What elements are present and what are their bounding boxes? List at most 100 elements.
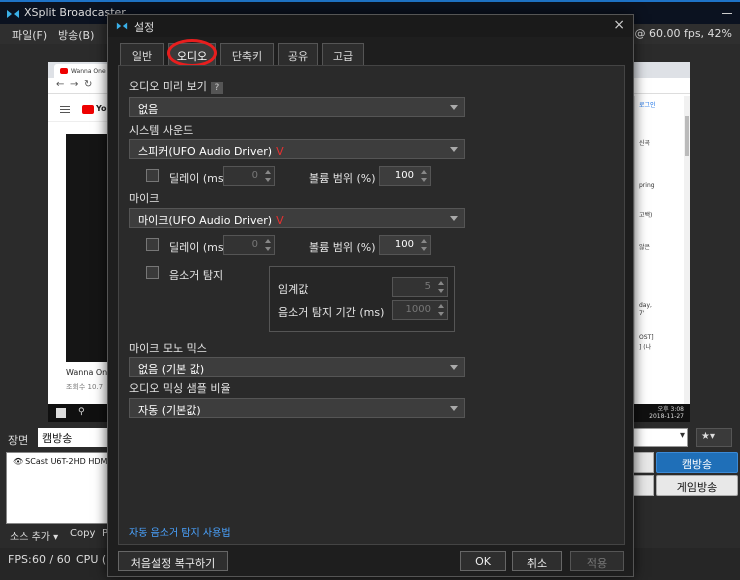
tab-advanced[interactable]: 고급	[322, 43, 364, 65]
stepper-up-icon[interactable]	[421, 239, 427, 243]
cancel-button[interactable]: 취소	[512, 551, 562, 571]
audio-settings-panel: 오디오 미리 보기? 없음 시스템 사운드 스피커(UFO Audio Driv…	[118, 65, 625, 545]
mono-mix-label: 마이크 모노 믹스	[129, 342, 207, 355]
noise-detect-checkbox[interactable]	[146, 266, 159, 279]
xsplit-logo-icon	[116, 22, 128, 30]
youtube-logo-icon	[82, 105, 94, 114]
system-delay-checkbox[interactable]	[146, 169, 159, 182]
scene-name-input[interactable]: 캠방송	[38, 428, 108, 447]
tab-share[interactable]: 공유	[278, 43, 318, 65]
stepper-down-icon[interactable]	[438, 289, 444, 293]
scene-dropdown[interactable]	[630, 428, 688, 447]
ok-button[interactable]: OK	[460, 551, 506, 571]
scene-game-button[interactable]: 게임방송	[656, 475, 738, 496]
system-sound-value: 스피커(UFO Audio Driver)	[138, 145, 273, 158]
menu-broadcast[interactable]: 방송(B)	[58, 27, 94, 43]
chevron-down-icon	[450, 365, 458, 370]
scene-slot-1[interactable]	[632, 452, 654, 473]
fps-indicator: @ 60.00 fps, 42%	[634, 27, 732, 40]
taskbar-clock: 오후 3:08 2018-11-27	[649, 406, 684, 420]
chevron-down-icon	[450, 216, 458, 221]
threshold-value: 5	[424, 281, 431, 292]
dialog-titlebar: 설정 ×	[108, 15, 633, 37]
mono-mix-value: 없음 (기본 값)	[138, 363, 205, 376]
minimize-icon[interactable]	[722, 13, 732, 14]
sidebar-text-2: pring	[639, 182, 655, 189]
scene-label: 장면	[8, 434, 29, 447]
audio-preview-value: 없음	[138, 103, 159, 116]
xsplit-logo-icon	[7, 10, 19, 18]
noise-detect-help-link[interactable]: 자동 음소거 탐지 사용법	[129, 524, 231, 539]
sidebar-text-9: 7'	[639, 310, 645, 317]
browser-scrollbar	[684, 96, 690, 404]
system-delay-value: 0	[251, 170, 258, 181]
scene-slot-2[interactable]	[632, 475, 654, 496]
threshold-label: 임계값	[278, 283, 309, 296]
stepper-down-icon[interactable]	[265, 178, 271, 182]
video-views: 조회수 10.7	[66, 383, 104, 391]
stepper-down-icon[interactable]	[421, 178, 427, 182]
source-toolbar: 소스 추가 ▾ Copy P	[6, 526, 108, 544]
stepper-down-icon[interactable]	[438, 312, 444, 316]
audio-preview-dropdown[interactable]: 없음	[129, 97, 465, 117]
noise-duration-label: 음소거 탐지 기간 (ms)	[278, 306, 385, 319]
sidebar-text-4: 고백)	[639, 212, 653, 219]
fps-label: FPS:	[8, 553, 32, 566]
chevron-down-icon	[450, 406, 458, 411]
desktop: XSplit Broadcaster 파일(F) 방송(B) @ 60.00 f…	[0, 0, 740, 580]
search-icon: ⚲	[78, 407, 85, 417]
system-sound-dropdown[interactable]: 스피커(UFO Audio Driver) V	[129, 139, 465, 159]
mic-value: 마이크(UFO Audio Driver)	[138, 214, 273, 227]
stepper-up-icon[interactable]	[265, 239, 271, 243]
mic-delay-checkbox[interactable]	[146, 238, 159, 251]
sidebar-text-11: ] (나	[639, 344, 652, 351]
menu-file[interactable]: 파일(F)	[12, 27, 47, 43]
eye-icon[interactable]: 👁	[13, 457, 23, 466]
mic-label: 마이크	[129, 192, 160, 205]
mono-mix-dropdown[interactable]: 없음 (기본 값)	[129, 357, 465, 377]
sidebar-text-0: 신곡	[639, 140, 651, 147]
mic-delay-value: 0	[251, 239, 258, 250]
sample-rate-label: 오디오 믹싱 샘플 비율	[129, 382, 231, 395]
mic-delay-stepper[interactable]: 0	[223, 235, 275, 255]
apply-button[interactable]: 적용	[570, 551, 624, 571]
system-volume-stepper[interactable]: 100	[379, 166, 431, 186]
mic-volume-value: 100	[394, 239, 414, 250]
sidebar-text-10: OST]	[639, 334, 654, 341]
menu-icon	[60, 106, 70, 113]
noise-duration-stepper[interactable]: 1000	[392, 300, 448, 320]
youtube-favicon-icon	[60, 68, 68, 74]
add-source-button[interactable]: 소스 추가 ▾	[10, 528, 58, 543]
reset-defaults-button[interactable]: 처음설정 복구하기	[118, 551, 228, 571]
fps-value: 60 / 60	[32, 553, 71, 566]
stepper-down-icon[interactable]	[421, 247, 427, 251]
system-delay-stepper[interactable]: 0	[223, 166, 275, 186]
scene-cam-button[interactable]: 캠방송	[656, 452, 738, 473]
help-icon[interactable]: ?	[210, 82, 223, 94]
chevron-down-icon	[450, 105, 458, 110]
login-link: 로그인	[639, 102, 656, 109]
stepper-up-icon[interactable]	[421, 170, 427, 174]
tab-general[interactable]: 일반	[120, 43, 164, 65]
stepper-up-icon[interactable]	[265, 170, 271, 174]
mic-delay-label: 딜레이 (ms)	[169, 241, 228, 254]
mic-dropdown[interactable]: 마이크(UFO Audio Driver) V	[129, 208, 465, 228]
stepper-down-icon[interactable]	[265, 247, 271, 251]
video-title: Wanna One	[66, 368, 113, 377]
sample-rate-dropdown[interactable]: 자동 (기본값)	[129, 398, 465, 418]
copy-source-button[interactable]: Copy	[70, 528, 95, 539]
forward-icon: →	[70, 79, 79, 90]
threshold-stepper[interactable]: 5	[392, 277, 448, 297]
youtube-sidebar: 로그인 신곡 pring 고백) 않은 day, 7' OST] ] (나	[634, 96, 690, 404]
tab-hotkeys[interactable]: 단축키	[220, 43, 274, 65]
stepper-up-icon[interactable]	[438, 281, 444, 285]
stepper-up-icon[interactable]	[438, 304, 444, 308]
scene-add-button[interactable]: ★▾	[696, 428, 732, 447]
clock-time: 오후 3:08	[657, 406, 684, 413]
red-v-mark: V	[276, 145, 284, 158]
mic-volume-stepper[interactable]: 100	[379, 235, 431, 255]
close-icon[interactable]: ×	[613, 17, 625, 33]
reload-icon: ↻	[84, 79, 93, 90]
system-sound-label: 시스템 사운드	[129, 124, 194, 137]
source-list-item[interactable]: 👁 SCast U6T-2HD HDM	[13, 457, 107, 466]
